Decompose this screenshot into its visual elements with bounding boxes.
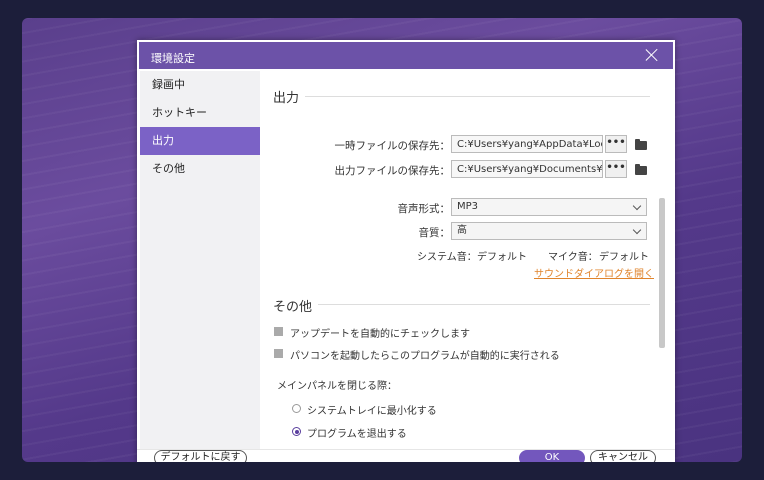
sidebar-item-label: ホットキー [152,106,207,119]
other-section-title: その他 [273,300,313,315]
audio-format-label: 音声形式： [397,203,451,215]
settings-content: 出力 一時ファイルの保存先： C:¥Users¥yang¥AppData¥Loc… [260,71,675,449]
auto-update-label: アップデートを自動的にチェックします [290,329,470,340]
close-icon[interactable] [645,48,659,62]
desktop-background: 環境設定 録画中 ホットキー 出力 その他 出力 一時ファイルの保存先： C:¥… [22,18,742,462]
section-divider [305,96,650,97]
temp-folder-label: 一時ファイルの保存先： [334,140,451,152]
quality-label: 音質： [418,227,451,239]
mic-sound-value: デフォルト [599,252,649,263]
system-sound-value: デフォルト [477,252,527,263]
exit-radio[interactable] [292,427,301,436]
audio-format-value: MP3 [457,201,479,212]
system-sound-label: システム音： [417,252,477,263]
dialog-footer: デフォルトに戻す OK キャンセル [137,449,675,462]
output-folder-icon[interactable] [635,164,647,175]
output-folder-path[interactable]: C:¥Users¥yang¥Documents¥A [451,160,603,178]
auto-start-label: パソコンを起動したらこのプログラムが自動的に実行される [290,351,560,362]
chevron-down-icon [632,201,642,211]
exit-option-label: プログラムを退出する [307,429,407,440]
sidebar-item-other[interactable]: その他 [140,155,260,183]
mic-sound-label: マイク音： [548,252,598,263]
auto-update-checkbox[interactable] [274,327,283,336]
output-section-title: 出力 [273,91,300,106]
audio-format-select[interactable]: MP3 [451,198,647,216]
quality-value: 高 [457,225,467,236]
ok-button[interactable]: OK [519,450,585,462]
title-bar: 環境設定 [137,40,675,71]
output-folder-label: 出力ファイルの保存先： [334,165,451,177]
section-divider [318,304,650,305]
sidebar-item-label: 録画中 [152,78,185,91]
temp-folder-icon[interactable] [635,139,647,150]
vertical-scrollbar[interactable] [659,198,665,348]
output-browse-button[interactable]: ••• [605,160,627,178]
chevron-down-icon [632,225,642,235]
sidebar-item-output[interactable]: 出力 [140,127,260,155]
cancel-button[interactable]: キャンセル [590,450,656,462]
minimize-radio[interactable] [292,404,301,413]
auto-start-checkbox[interactable] [274,349,283,358]
sidebar-item-label: 出力 [152,134,174,147]
sidebar-item-hotkeys[interactable]: ホットキー [140,99,260,127]
sidebar-item-label: その他 [152,162,185,175]
restore-defaults-button[interactable]: デフォルトに戻す [154,450,247,462]
sidebar-item-recording[interactable]: 録画中 [140,71,260,99]
temp-folder-path[interactable]: C:¥Users¥yang¥AppData¥Loca [451,135,603,153]
dialog-title: 環境設定 [151,52,195,65]
quality-select[interactable]: 高 [451,222,647,240]
settings-dialog: 環境設定 録画中 ホットキー 出力 その他 出力 一時ファイルの保存先： C:¥… [137,40,675,462]
temp-browse-button[interactable]: ••• [605,135,627,153]
minimize-option-label: システムトレイに最小化する [307,406,437,417]
open-sound-dialog-link[interactable]: サウンドダイアログを開く [534,265,654,280]
sidebar: 録画中 ホットキー 出力 その他 [140,71,260,449]
close-behavior-label: メインパネルを閉じる際： [277,381,397,392]
